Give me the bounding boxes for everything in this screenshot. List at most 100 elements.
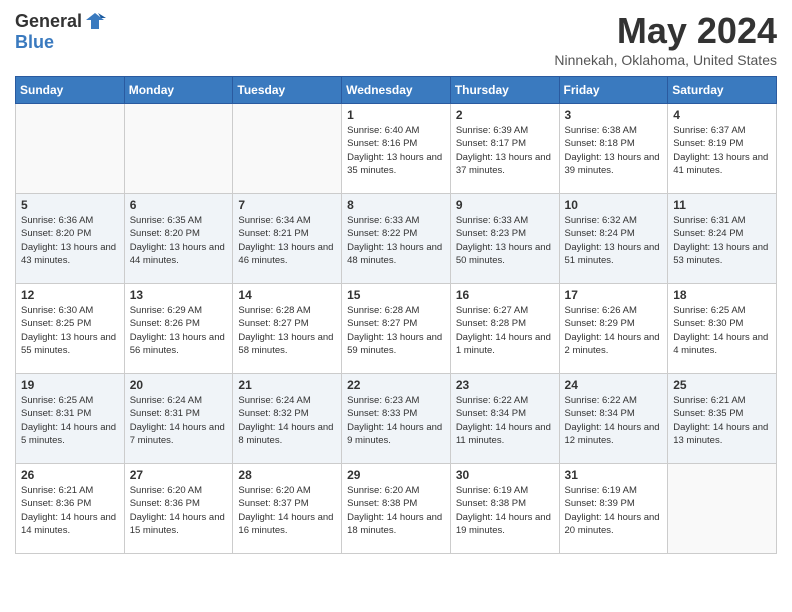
day-number: 1 bbox=[347, 108, 445, 122]
cell-4-6 bbox=[668, 464, 777, 554]
day-number: 30 bbox=[456, 468, 554, 482]
cell-3-6: 25 Sunrise: 6:21 AM Sunset: 8:35 PM Dayli… bbox=[668, 374, 777, 464]
cell-3-5: 24 Sunrise: 6:22 AM Sunset: 8:34 PM Dayli… bbox=[559, 374, 668, 464]
col-friday: Friday bbox=[559, 77, 668, 104]
cell-4-3: 29 Sunrise: 6:20 AM Sunset: 8:38 PM Dayli… bbox=[342, 464, 451, 554]
col-thursday: Thursday bbox=[450, 77, 559, 104]
day-number: 12 bbox=[21, 288, 119, 302]
day-number: 19 bbox=[21, 378, 119, 392]
day-number: 24 bbox=[565, 378, 663, 392]
day-number: 10 bbox=[565, 198, 663, 212]
cell-2-0: 12 Sunrise: 6:30 AM Sunset: 8:25 PM Dayli… bbox=[16, 284, 125, 374]
day-info: Sunrise: 6:22 AM Sunset: 8:34 PM Dayligh… bbox=[456, 394, 554, 447]
day-info: Sunrise: 6:39 AM Sunset: 8:17 PM Dayligh… bbox=[456, 124, 554, 177]
day-info: Sunrise: 6:36 AM Sunset: 8:20 PM Dayligh… bbox=[21, 214, 119, 267]
day-info: Sunrise: 6:33 AM Sunset: 8:22 PM Dayligh… bbox=[347, 214, 445, 267]
day-info: Sunrise: 6:20 AM Sunset: 8:38 PM Dayligh… bbox=[347, 484, 445, 537]
day-number: 5 bbox=[21, 198, 119, 212]
day-info: Sunrise: 6:25 AM Sunset: 8:31 PM Dayligh… bbox=[21, 394, 119, 447]
day-info: Sunrise: 6:24 AM Sunset: 8:32 PM Dayligh… bbox=[238, 394, 336, 447]
cell-1-2: 7 Sunrise: 6:34 AM Sunset: 8:21 PM Daylig… bbox=[233, 194, 342, 284]
day-number: 13 bbox=[130, 288, 228, 302]
header-row: Sunday Monday Tuesday Wednesday Thursday… bbox=[16, 77, 777, 104]
day-number: 18 bbox=[673, 288, 771, 302]
day-number: 8 bbox=[347, 198, 445, 212]
cell-0-3: 1 Sunrise: 6:40 AM Sunset: 8:16 PM Daylig… bbox=[342, 104, 451, 194]
location-subtitle: Ninnekah, Oklahoma, United States bbox=[554, 52, 777, 68]
day-number: 20 bbox=[130, 378, 228, 392]
week-row-2: 5 Sunrise: 6:36 AM Sunset: 8:20 PM Daylig… bbox=[16, 194, 777, 284]
day-number: 26 bbox=[21, 468, 119, 482]
cell-0-4: 2 Sunrise: 6:39 AM Sunset: 8:17 PM Daylig… bbox=[450, 104, 559, 194]
col-wednesday: Wednesday bbox=[342, 77, 451, 104]
cell-4-0: 26Sunrise: 6:21 AM Sunset: 8:36 PM Dayli… bbox=[16, 464, 125, 554]
day-info: Sunrise: 6:26 AM Sunset: 8:29 PM Dayligh… bbox=[565, 304, 663, 357]
day-info: Sunrise: 6:20 AM Sunset: 8:36 PM Dayligh… bbox=[130, 484, 228, 537]
cell-0-0 bbox=[16, 104, 125, 194]
day-info: Sunrise: 6:40 AM Sunset: 8:16 PM Dayligh… bbox=[347, 124, 445, 177]
day-number: 27 bbox=[130, 468, 228, 482]
cell-1-1: 6 Sunrise: 6:35 AM Sunset: 8:20 PM Daylig… bbox=[124, 194, 233, 284]
cell-4-1: 27 Sunrise: 6:20 AM Sunset: 8:36 PM Dayli… bbox=[124, 464, 233, 554]
day-number: 31 bbox=[565, 468, 663, 482]
cell-2-5: 17Sunrise: 6:26 AM Sunset: 8:29 PM Dayli… bbox=[559, 284, 668, 374]
day-number: 7 bbox=[238, 198, 336, 212]
cell-4-5: 31 Sunrise: 6:19 AM Sunset: 8:39 PM Dayli… bbox=[559, 464, 668, 554]
day-info: Sunrise: 6:19 AM Sunset: 8:39 PM Dayligh… bbox=[565, 484, 663, 537]
header: General Blue May 2024 Ninnekah, Oklahoma… bbox=[15, 10, 777, 68]
day-info: Sunrise: 6:20 AM Sunset: 8:37 PM Dayligh… bbox=[238, 484, 336, 537]
cell-1-4: 9Sunrise: 6:33 AM Sunset: 8:23 PM Daylig… bbox=[450, 194, 559, 284]
col-saturday: Saturday bbox=[668, 77, 777, 104]
day-number: 29 bbox=[347, 468, 445, 482]
day-number: 16 bbox=[456, 288, 554, 302]
cell-3-2: 21 Sunrise: 6:24 AM Sunset: 8:32 PM Dayli… bbox=[233, 374, 342, 464]
day-number: 3 bbox=[565, 108, 663, 122]
day-number: 2 bbox=[456, 108, 554, 122]
day-number: 21 bbox=[238, 378, 336, 392]
col-sunday: Sunday bbox=[16, 77, 125, 104]
day-info: Sunrise: 6:34 AM Sunset: 8:21 PM Dayligh… bbox=[238, 214, 336, 267]
day-number: 23 bbox=[456, 378, 554, 392]
cell-2-3: 15Sunrise: 6:28 AM Sunset: 8:27 PM Dayli… bbox=[342, 284, 451, 374]
cell-4-4: 30Sunrise: 6:19 AM Sunset: 8:38 PM Dayli… bbox=[450, 464, 559, 554]
cell-2-6: 18 Sunrise: 6:25 AM Sunset: 8:30 PM Dayli… bbox=[668, 284, 777, 374]
cell-3-4: 23 Sunrise: 6:22 AM Sunset: 8:34 PM Dayli… bbox=[450, 374, 559, 464]
day-info: Sunrise: 6:23 AM Sunset: 8:33 PM Dayligh… bbox=[347, 394, 445, 447]
cell-0-1 bbox=[124, 104, 233, 194]
logo: General Blue bbox=[15, 10, 106, 53]
day-number: 4 bbox=[673, 108, 771, 122]
day-info: Sunrise: 6:22 AM Sunset: 8:34 PM Dayligh… bbox=[565, 394, 663, 447]
week-row-3: 12 Sunrise: 6:30 AM Sunset: 8:25 PM Dayli… bbox=[16, 284, 777, 374]
day-info: Sunrise: 6:21 AM Sunset: 8:35 PM Dayligh… bbox=[673, 394, 771, 447]
calendar-table: Sunday Monday Tuesday Wednesday Thursday… bbox=[15, 76, 777, 554]
day-info: Sunrise: 6:27 AM Sunset: 8:28 PM Dayligh… bbox=[456, 304, 554, 357]
cell-0-2 bbox=[233, 104, 342, 194]
cell-2-4: 16 Sunrise: 6:27 AM Sunset: 8:28 PM Dayli… bbox=[450, 284, 559, 374]
logo-general-text: General bbox=[15, 11, 82, 32]
day-info: Sunrise: 6:25 AM Sunset: 8:30 PM Dayligh… bbox=[673, 304, 771, 357]
day-info: Sunrise: 6:30 AM Sunset: 8:25 PM Dayligh… bbox=[21, 304, 119, 357]
cell-4-2: 28Sunrise: 6:20 AM Sunset: 8:37 PM Dayli… bbox=[233, 464, 342, 554]
cell-2-1: 13Sunrise: 6:29 AM Sunset: 8:26 PM Dayli… bbox=[124, 284, 233, 374]
day-info: Sunrise: 6:24 AM Sunset: 8:31 PM Dayligh… bbox=[130, 394, 228, 447]
day-number: 15 bbox=[347, 288, 445, 302]
cell-3-0: 19 Sunrise: 6:25 AM Sunset: 8:31 PM Dayli… bbox=[16, 374, 125, 464]
cell-1-3: 8 Sunrise: 6:33 AM Sunset: 8:22 PM Daylig… bbox=[342, 194, 451, 284]
day-number: 6 bbox=[130, 198, 228, 212]
cell-1-5: 10 Sunrise: 6:32 AM Sunset: 8:24 PM Dayli… bbox=[559, 194, 668, 284]
title-area: May 2024 Ninnekah, Oklahoma, United Stat… bbox=[554, 10, 777, 68]
day-info: Sunrise: 6:33 AM Sunset: 8:23 PM Dayligh… bbox=[456, 214, 554, 267]
day-info: Sunrise: 6:38 AM Sunset: 8:18 PM Dayligh… bbox=[565, 124, 663, 177]
cell-3-1: 20 Sunrise: 6:24 AM Sunset: 8:31 PM Dayli… bbox=[124, 374, 233, 464]
day-info: Sunrise: 6:31 AM Sunset: 8:24 PM Dayligh… bbox=[673, 214, 771, 267]
col-monday: Monday bbox=[124, 77, 233, 104]
day-number: 11 bbox=[673, 198, 771, 212]
day-number: 25 bbox=[673, 378, 771, 392]
day-info: Sunrise: 6:35 AM Sunset: 8:20 PM Dayligh… bbox=[130, 214, 228, 267]
day-info: Sunrise: 6:28 AM Sunset: 8:27 PM Dayligh… bbox=[238, 304, 336, 357]
day-info: Sunrise: 6:32 AM Sunset: 8:24 PM Dayligh… bbox=[565, 214, 663, 267]
cell-0-6: 4Sunrise: 6:37 AM Sunset: 8:19 PM Daylig… bbox=[668, 104, 777, 194]
cell-1-0: 5 Sunrise: 6:36 AM Sunset: 8:20 PM Daylig… bbox=[16, 194, 125, 284]
logo-blue-text: Blue bbox=[15, 32, 54, 52]
cell-2-2: 14Sunrise: 6:28 AM Sunset: 8:27 PM Dayli… bbox=[233, 284, 342, 374]
